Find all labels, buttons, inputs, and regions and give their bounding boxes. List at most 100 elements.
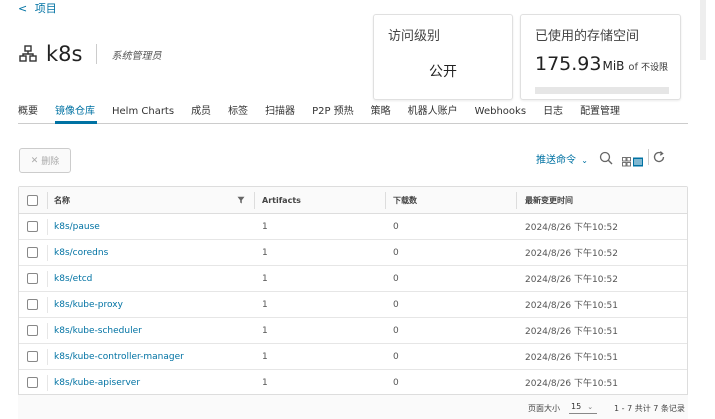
tabs-divider <box>18 123 688 124</box>
tab-summary[interactable]: 概要 <box>18 104 38 124</box>
table-row: k8s/coredns 1 0 2024/8/26 下午10:52 <box>19 240 687 266</box>
tab-webhooks[interactable]: Webhooks <box>475 104 526 124</box>
storage-unit: MiB <box>602 59 625 73</box>
column-separator <box>47 192 48 209</box>
artifacts-count: 1 <box>262 221 268 232</box>
column-separator <box>516 192 517 209</box>
storage-limit: 不设限 <box>641 63 669 73</box>
storage-progress-bar <box>535 87 669 94</box>
column-separator <box>254 192 255 209</box>
row-checkbox[interactable] <box>27 325 38 336</box>
repository-table: 名称 Artifacts 下载数 最新变更时间 k8s/pause 1 0 20… <box>18 186 688 397</box>
page-size-value: 15 <box>571 402 582 411</box>
back-link-label: 项目 <box>34 2 57 15</box>
page-size-label: 页面大小 <box>528 404 560 413</box>
tab-members[interactable]: 成员 <box>191 104 211 124</box>
repository-name-link[interactable]: k8s/kube-apiserver <box>54 370 140 395</box>
refresh-icon[interactable] <box>652 149 666 168</box>
storage-of: of <box>628 62 639 73</box>
page-scrollbar[interactable] <box>700 0 706 60</box>
downloads-count: 0 <box>393 377 399 388</box>
table-header: 名称 Artifacts 下载数 最新变更时间 <box>19 187 687 214</box>
downloads-count: 0 <box>393 273 399 284</box>
select-all-checkbox[interactable] <box>27 194 38 206</box>
column-header-downloads[interactable]: 下载数 <box>393 187 417 213</box>
tab-logs[interactable]: 日志 <box>543 104 563 124</box>
row-checkbox[interactable] <box>27 221 38 232</box>
chevron-down-icon: ⌄ <box>587 402 594 411</box>
artifacts-count: 1 <box>262 273 268 284</box>
modified-time: 2024/8/26 下午10:51 <box>525 353 618 363</box>
downloads-count: 0 <box>393 325 399 336</box>
project-tabs: 概要 镜像仓库 Helm Charts 成员 标签 扫描器 P2P 预热 策略 … <box>18 104 637 124</box>
modified-time: 2024/8/26 下午10:51 <box>525 379 618 389</box>
row-checkbox[interactable] <box>27 351 38 362</box>
push-command-dropdown[interactable]: 推送命令 ⌄ <box>536 151 588 166</box>
delete-button[interactable]: ✕ 删除 <box>19 148 71 173</box>
row-checkbox[interactable] <box>27 247 38 258</box>
repository-name-link[interactable]: k8s/kube-proxy <box>54 292 123 317</box>
access-level-value: 公开 <box>429 64 457 80</box>
modified-time: 2024/8/26 下午10:51 <box>525 327 618 337</box>
tab-robot-accounts[interactable]: 机器人账户 <box>408 104 458 124</box>
toolbar-divider <box>648 149 649 165</box>
table-row: k8s/etcd 1 0 2024/8/26 下午10:52 <box>19 266 687 292</box>
project-header: k8s 系统管理员 <box>18 40 161 68</box>
artifacts-count: 1 <box>262 351 268 362</box>
table-row: k8s/kube-apiserver 1 0 2024/8/26 下午10:51 <box>19 370 687 396</box>
table-row: k8s/pause 1 0 2024/8/26 下午10:52 <box>19 214 687 240</box>
modified-time: 2024/8/26 下午10:52 <box>525 275 618 285</box>
close-icon: ✕ <box>30 155 39 166</box>
table-row: k8s/kube-scheduler 1 0 2024/8/26 下午10:51 <box>19 318 687 344</box>
row-separator <box>47 349 48 365</box>
tab-labels[interactable]: 标签 <box>228 104 248 124</box>
active-tab-indicator <box>55 121 97 124</box>
modified-time: 2024/8/26 下午10:52 <box>525 223 618 233</box>
column-header-artifacts[interactable]: Artifacts <box>262 187 301 213</box>
repository-name-link[interactable]: k8s/etcd <box>54 266 92 291</box>
access-level-title: 访问级别 <box>388 29 441 44</box>
pagination-summary: 1 - 7 共计 7 条记录 <box>614 404 685 413</box>
header-divider <box>96 44 98 64</box>
row-separator <box>47 297 48 313</box>
storage-title: 已使用的存储空间 <box>535 29 640 44</box>
row-separator <box>47 219 48 235</box>
modified-time: 2024/8/26 下午10:52 <box>525 249 618 259</box>
row-separator <box>47 323 48 339</box>
repository-name-link[interactable]: k8s/kube-controller-manager <box>54 344 184 369</box>
row-separator <box>47 375 48 391</box>
artifacts-count: 1 <box>262 325 268 336</box>
filter-icon[interactable] <box>237 196 245 206</box>
modified-time: 2024/8/26 下午10:51 <box>525 301 618 311</box>
row-checkbox[interactable] <box>27 273 38 284</box>
table-row: k8s/kube-proxy 1 0 2024/8/26 下午10:51 <box>19 292 687 318</box>
downloads-count: 0 <box>393 351 399 362</box>
table-row: k8s/kube-controller-manager 1 0 2024/8/2… <box>19 344 687 370</box>
tab-scanner[interactable]: 扫描器 <box>265 104 295 124</box>
column-header-modified[interactable]: 最新变更时间 <box>525 187 573 213</box>
storage-used-value: 175.93 <box>535 53 602 75</box>
artifacts-count: 1 <box>262 247 268 258</box>
tab-p2p-preheat[interactable]: P2P 预热 <box>312 104 354 124</box>
tab-configuration[interactable]: 配置管理 <box>580 104 620 124</box>
repository-name-link[interactable]: k8s/pause <box>54 214 100 239</box>
table-footer: 页面大小 15 ⌄ 1 - 7 共计 7 条记录 <box>18 394 688 419</box>
project-name: k8s <box>46 42 83 66</box>
artifacts-count: 1 <box>262 377 268 388</box>
column-header-name[interactable]: 名称 <box>54 187 70 213</box>
view-toggle-icon[interactable] <box>622 152 644 171</box>
column-separator <box>385 192 386 209</box>
page-size-select[interactable]: 15 ⌄ <box>569 400 597 414</box>
row-checkbox[interactable] <box>27 377 38 388</box>
row-checkbox[interactable] <box>27 299 38 310</box>
repository-name-link[interactable]: k8s/coredns <box>54 240 108 265</box>
tab-helm-charts[interactable]: Helm Charts <box>112 104 174 124</box>
back-to-projects-link[interactable]: < 项目 <box>18 0 57 16</box>
storage-card: 已使用的存储空间 175.93 MiB of 不设限 <box>520 14 681 100</box>
project-role: 系统管理员 <box>111 50 162 62</box>
row-separator <box>47 245 48 261</box>
repository-name-link[interactable]: k8s/kube-scheduler <box>54 318 142 343</box>
search-icon[interactable] <box>599 150 613 169</box>
tab-policy[interactable]: 策略 <box>371 104 391 124</box>
artifacts-count: 1 <box>262 299 268 310</box>
